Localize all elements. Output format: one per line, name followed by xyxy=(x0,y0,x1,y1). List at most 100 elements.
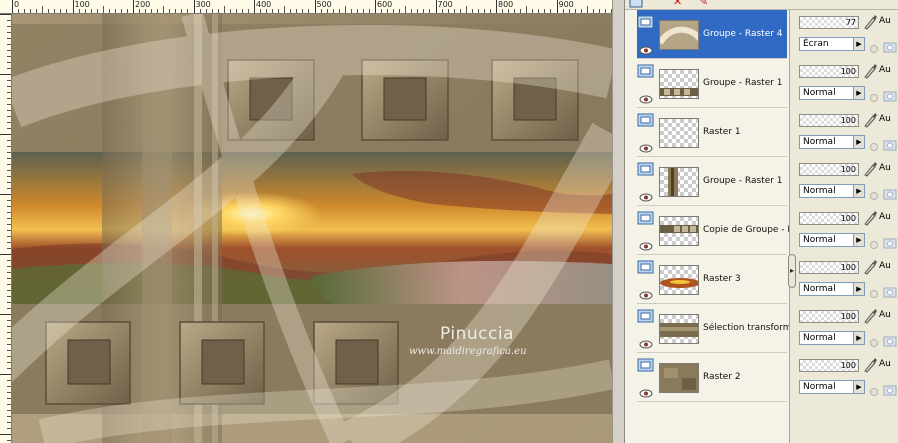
brush-icon[interactable] xyxy=(863,112,877,128)
layer-mask-icon[interactable] xyxy=(883,87,897,102)
layer-row-2[interactable]: Groupe - Raster 1 xyxy=(637,59,787,108)
ruler-minor-tick xyxy=(417,9,419,13)
blend-mode-select[interactable]: Normal ▶ xyxy=(799,331,865,345)
ruler-minor-tick xyxy=(399,9,401,13)
blend-mode-select[interactable]: Normal ▶ xyxy=(799,86,865,100)
ruler-minor-tick xyxy=(568,9,570,13)
layer-mask-icon[interactable] xyxy=(883,136,897,151)
layer-row-4[interactable]: Groupe - Raster 1 xyxy=(637,157,787,206)
brush-icon[interactable] xyxy=(863,14,877,30)
ruler-label: 100 xyxy=(74,0,90,9)
brush-icon[interactable] xyxy=(863,357,877,373)
auto-label: Au xyxy=(879,359,891,369)
brush-icon[interactable]: ✎ xyxy=(699,0,708,8)
opacity-slider[interactable]: 100 xyxy=(799,163,859,176)
visibility-eye-icon[interactable] xyxy=(639,334,653,349)
ruler-vertical-tick xyxy=(7,146,11,147)
layer-mask-icon[interactable] xyxy=(883,381,897,396)
ruler-major-tick xyxy=(133,0,134,13)
ruler-vertical-tick xyxy=(0,14,11,15)
ruler-minor-tick xyxy=(284,6,286,13)
blend-mode-select[interactable]: Normal ▶ xyxy=(799,135,865,149)
layer-row-5[interactable]: Copie de Groupe - R xyxy=(637,206,789,255)
blend-mode-select[interactable]: Écran ▶ xyxy=(799,37,865,51)
layer-row-6[interactable]: Raster 3 xyxy=(637,255,787,304)
visibility-eye-icon[interactable] xyxy=(639,138,653,153)
ruler-minor-tick xyxy=(368,9,370,13)
ruler-minor-tick xyxy=(489,9,491,13)
ruler-label: 700 xyxy=(437,0,453,9)
lock-icon[interactable] xyxy=(869,284,879,298)
image-canvas[interactable]: Pinuccia www.maidiregrafica.eu xyxy=(12,14,612,443)
opacity-value: 100 xyxy=(840,67,856,76)
blend-mode-select[interactable]: Normal ▶ xyxy=(799,282,865,296)
ruler-minor-tick xyxy=(290,9,292,13)
layer-row-7[interactable]: Sélection transformé xyxy=(637,304,789,353)
auto-label: Au xyxy=(879,16,891,26)
opacity-value: 100 xyxy=(840,263,856,272)
opacity-slider[interactable]: 100 xyxy=(799,65,859,78)
lock-icon[interactable] xyxy=(869,382,879,396)
lock-icon[interactable] xyxy=(869,137,879,151)
blend-mode-select[interactable]: Normal ▶ xyxy=(799,184,865,198)
ruler-minor-tick xyxy=(229,9,231,13)
brush-icon[interactable] xyxy=(863,259,877,275)
lock-icon[interactable] xyxy=(869,39,879,53)
vertical-ruler xyxy=(0,14,12,443)
ruler-minor-tick xyxy=(411,9,413,13)
blend-mode-select[interactable]: Normal ▶ xyxy=(799,380,865,394)
new-layer-icon[interactable] xyxy=(629,0,643,9)
ruler-minor-tick xyxy=(526,6,528,13)
ruler-minor-tick xyxy=(381,9,383,13)
ruler-vertical-tick xyxy=(7,416,11,417)
layers-toolbar: ✕ ✎ xyxy=(625,0,898,10)
chevron-right-icon: ▶ xyxy=(853,136,864,148)
brush-icon[interactable] xyxy=(863,210,877,226)
brush-icon[interactable] xyxy=(863,161,877,177)
brush-icon[interactable] xyxy=(863,63,877,79)
blend-mode-select[interactable]: Normal ▶ xyxy=(799,233,865,247)
opacity-slider[interactable]: 100 xyxy=(799,310,859,323)
opacity-value: 100 xyxy=(840,116,856,125)
opacity-value: 77 xyxy=(845,18,856,27)
lock-icon[interactable] xyxy=(869,333,879,347)
layer-row-8[interactable]: Raster 2 xyxy=(637,353,787,402)
ruler-minor-tick xyxy=(574,9,576,13)
opacity-slider[interactable]: 100 xyxy=(799,359,859,372)
delete-layer-icon[interactable]: ✕ xyxy=(673,0,682,8)
panel-splitter[interactable]: ▸ xyxy=(788,254,796,288)
lock-icon[interactable] xyxy=(869,186,879,200)
lock-icon[interactable] xyxy=(869,235,879,249)
ruler-vertical-tick xyxy=(7,410,11,411)
layer-mask-icon[interactable] xyxy=(883,38,897,53)
ruler-minor-tick xyxy=(598,9,600,13)
ruler-minor-tick xyxy=(356,9,358,13)
lock-icon[interactable] xyxy=(869,88,879,102)
opacity-slider[interactable]: 77 xyxy=(799,16,859,29)
visibility-eye-icon[interactable] xyxy=(639,383,653,398)
visibility-eye-icon[interactable] xyxy=(639,236,653,251)
visibility-eye-icon[interactable] xyxy=(639,285,653,300)
ruler-vertical-tick xyxy=(7,212,11,213)
ruler-minor-tick xyxy=(441,9,443,13)
layer-row-1[interactable]: Groupe - Raster 4 xyxy=(637,10,787,59)
ruler-vertical-tick xyxy=(7,200,11,201)
opacity-slider[interactable]: 100 xyxy=(799,261,859,274)
ruler-minor-tick xyxy=(260,9,262,13)
visibility-eye-icon[interactable] xyxy=(639,187,653,202)
ruler-minor-tick xyxy=(151,9,153,13)
visibility-eye-icon[interactable] xyxy=(639,89,653,104)
visibility-eye-icon[interactable] xyxy=(639,40,653,55)
layer-mask-icon[interactable] xyxy=(883,185,897,200)
layer-mask-icon[interactable] xyxy=(883,234,897,249)
layer-mask-icon[interactable] xyxy=(883,332,897,347)
ruler-minor-tick xyxy=(320,9,322,13)
ruler-vertical-tick xyxy=(7,68,11,69)
ruler-major-tick xyxy=(193,0,195,13)
layer-mask-icon[interactable] xyxy=(883,283,897,298)
layer-row-3[interactable]: Raster 1 xyxy=(637,108,787,157)
opacity-slider[interactable]: 100 xyxy=(799,212,859,225)
opacity-slider[interactable]: 100 xyxy=(799,114,859,127)
brush-icon[interactable] xyxy=(863,308,877,324)
ruler-minor-tick xyxy=(453,9,455,13)
